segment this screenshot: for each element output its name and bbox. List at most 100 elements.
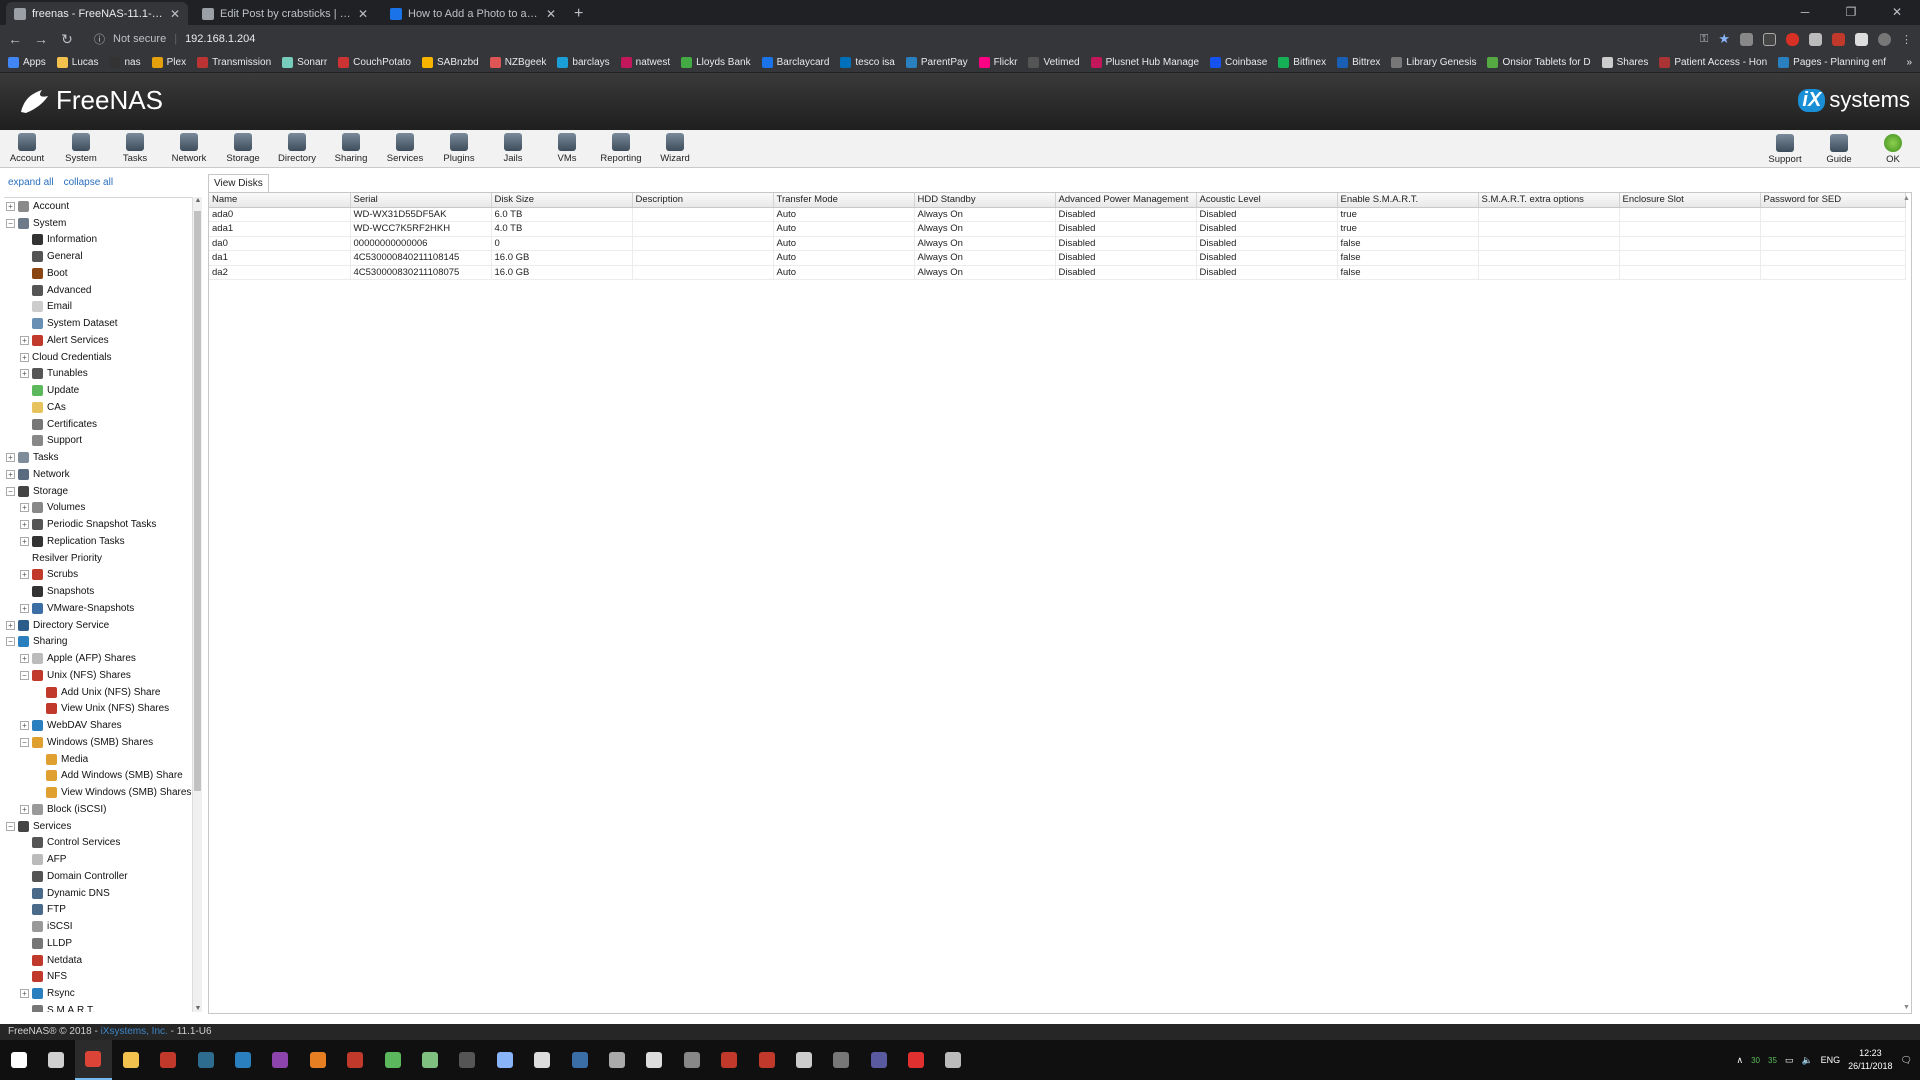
taskbar-app[interactable]	[224, 1040, 261, 1080]
new-tab-button[interactable]: +	[574, 2, 583, 25]
toolbar-plugins-button[interactable]: Plugins	[432, 130, 486, 167]
taskbar-app[interactable]	[598, 1040, 635, 1080]
bookmark-item[interactable]: Lloyds Bank	[681, 57, 751, 68]
collapse-icon[interactable]: −	[20, 737, 29, 747]
tree-item-control-services[interactable]: Control Services	[4, 835, 192, 852]
profile-avatar-icon[interactable]	[1878, 32, 1891, 46]
content-scrollbar[interactable]: ▲ ▼	[1903, 193, 1911, 1013]
tree-item-netdata[interactable]: Netdata	[4, 952, 192, 969]
bookmark-item[interactable]: NZBgeek	[489, 57, 546, 68]
notifications-icon[interactable]: 🗨	[1901, 1055, 1912, 1066]
taskbar-app[interactable]	[561, 1040, 598, 1080]
bookmark-item[interactable]: Lucas	[56, 57, 98, 68]
tree-item-account[interactable]: + Account	[4, 198, 192, 215]
expand-icon[interactable]: +	[20, 603, 29, 613]
bookmark-item[interactable]: Plex	[151, 57, 186, 68]
toolbar-support-button[interactable]: Support	[1758, 130, 1812, 168]
extension-icon[interactable]	[1855, 32, 1868, 46]
expand-icon[interactable]: +	[20, 352, 29, 362]
collapse-all-link[interactable]: collapse all	[64, 177, 113, 188]
bookmark-item[interactable]: Sonarr	[282, 57, 327, 68]
browser-tab[interactable]: freenas - FreeNAS-11.1-U6 (caffe ✕	[6, 2, 188, 25]
bookmark-item[interactable]: SABnzbd	[422, 57, 479, 68]
tree-item-s-m-a-r-t[interactable]: S.M.A.R.T.	[4, 1002, 192, 1012]
taskbar-app[interactable]	[112, 1040, 149, 1080]
tree-item-scrubs[interactable]: + Scrubs	[4, 567, 192, 584]
tree-item-lldp[interactable]: LLDP	[4, 935, 192, 952]
taskbar-app[interactable]	[486, 1040, 523, 1080]
toolbar-storage-button[interactable]: Storage	[216, 130, 270, 167]
bookmark-item[interactable]: Shares	[1601, 57, 1648, 68]
toolbar-sharing-button[interactable]: Sharing	[324, 130, 378, 167]
tray-counter[interactable]: 35	[1768, 1056, 1777, 1065]
taskbar-app[interactable]	[187, 1040, 224, 1080]
column-header[interactable]: Enable S.M.A.R.T.	[1337, 193, 1479, 208]
tree-item-view-windows-smb-shares[interactable]: View Windows (SMB) Shares	[4, 784, 192, 801]
tree-item-tunables[interactable]: + Tunables	[4, 366, 192, 383]
column-header[interactable]: Name	[209, 193, 351, 208]
tree-item-sharing[interactable]: − Sharing	[4, 634, 192, 651]
collapse-icon[interactable]: −	[6, 637, 15, 647]
bookmark-item[interactable]: ParentPay	[905, 57, 968, 68]
expand-icon[interactable]: +	[20, 570, 29, 580]
taskbar-app[interactable]	[37, 1040, 74, 1080]
taskbar-app[interactable]	[748, 1040, 785, 1080]
bookmark-item[interactable]: Vetimed	[1028, 57, 1080, 68]
tree-item-boot[interactable]: Boot	[4, 265, 192, 282]
tree-item-snapshots[interactable]: Snapshots	[4, 583, 192, 600]
taskbar-app[interactable]	[710, 1040, 747, 1080]
forward-icon[interactable]: →	[34, 31, 48, 47]
tree-item-domain-controller[interactable]: Domain Controller	[4, 868, 192, 885]
bookmark-item[interactable]: Patient Access - Hon	[1659, 57, 1767, 68]
column-header[interactable]: Acoustic Level	[1196, 193, 1338, 208]
tree-item-periodic-snapshot-tasks[interactable]: + Periodic Snapshot Tasks	[4, 516, 192, 533]
tree-item-system[interactable]: − System	[4, 215, 192, 232]
clock[interactable]: 12:23 26/11/2018	[1848, 1047, 1892, 1073]
reload-icon[interactable]: ↻	[60, 31, 74, 48]
scroll-up-icon[interactable]: ▲	[1903, 195, 1910, 202]
toolbar-system-button[interactable]: System	[54, 130, 108, 167]
toolbar-jails-button[interactable]: Jails	[486, 130, 540, 167]
network-icon[interactable]: ▭	[1785, 1055, 1794, 1066]
taskbar-app[interactable]	[74, 1040, 113, 1080]
tree-item-cloud-credentials[interactable]: + Cloud Credentials	[4, 349, 192, 366]
taskbar-app[interactable]	[262, 1040, 299, 1080]
bookmark-item[interactable]: Transmission	[197, 57, 271, 68]
column-header[interactable]: Password for SED	[1760, 193, 1906, 208]
taskbar-app[interactable]	[636, 1040, 673, 1080]
toolbar-directory-button[interactable]: Directory	[270, 130, 324, 167]
scroll-down-icon[interactable]: ▼	[1903, 1004, 1910, 1011]
toolbar-network-button[interactable]: Network	[162, 130, 216, 167]
bookmark-item[interactable]: Bitfinex	[1278, 57, 1326, 68]
tree-item-network[interactable]: + Network	[4, 466, 192, 483]
bookmark-item[interactable]: natwest	[620, 57, 670, 68]
tree-item-directory-service[interactable]: + Directory Service	[4, 617, 192, 634]
expand-icon[interactable]: +	[6, 469, 15, 479]
collapse-icon[interactable]: −	[20, 670, 29, 680]
expand-icon[interactable]: +	[6, 201, 15, 211]
table-row[interactable]: ada0 WD-WX31D55DF5AK 6.0 TB Auto Always On Di…	[209, 207, 1906, 222]
column-header[interactable]: Disk Size	[491, 193, 633, 208]
minimize-icon[interactable]: ─	[1782, 0, 1828, 25]
tree-item-support[interactable]: Support	[4, 433, 192, 450]
column-header[interactable]: Advanced Power Management	[1055, 193, 1197, 208]
tree-item-general[interactable]: General	[4, 248, 192, 265]
table-row[interactable]: da0 00000000000006 0 Auto Always On Disabled D…	[209, 236, 1906, 251]
tree-item-afp[interactable]: AFP	[4, 851, 192, 868]
tree-item-services[interactable]: − Services	[4, 818, 192, 835]
tree-item-dynamic-dns[interactable]: Dynamic DNS	[4, 885, 192, 902]
tree-item-add-unix-nfs-share[interactable]: Add Unix (NFS) Share	[4, 684, 192, 701]
adblock-icon[interactable]	[1786, 32, 1799, 46]
tree-item-volumes[interactable]: + Volumes	[4, 500, 192, 517]
bookmark-item[interactable]: Flickr	[978, 57, 1017, 68]
column-header[interactable]: S.M.A.R.T. extra options	[1478, 193, 1620, 208]
tree-item-storage[interactable]: − Storage	[4, 483, 192, 500]
menu-icon[interactable]: ⋮	[1901, 33, 1912, 46]
table-row[interactable]: da1 4C530000840211108145 16.0 GB Auto Always…	[209, 250, 1906, 266]
bookmark-item[interactable]: Barclaycard	[761, 57, 829, 68]
tree-item-certificates[interactable]: Certificates	[4, 416, 192, 433]
tree-item-unix-nfs-shares[interactable]: − Unix (NFS) Shares	[4, 667, 192, 684]
tree-item-advanced[interactable]: Advanced	[4, 282, 192, 299]
bookmarks-more-icon[interactable]: »	[1906, 57, 1912, 68]
extension-icon[interactable]	[1740, 32, 1753, 46]
